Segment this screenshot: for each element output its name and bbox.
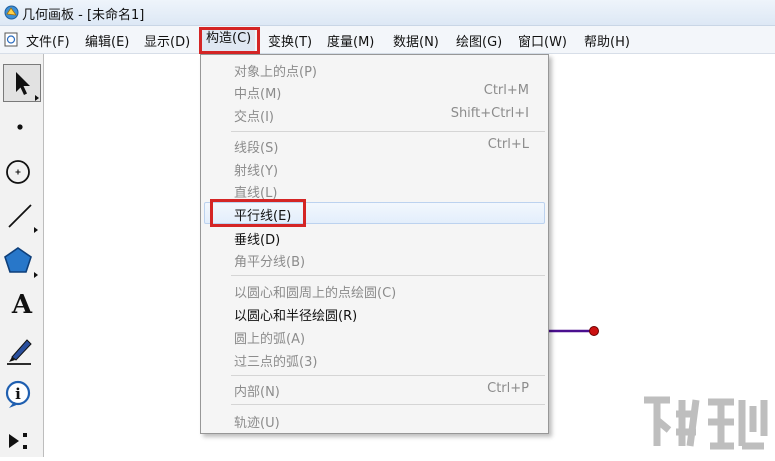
menu-measure[interactable]: 度量(M): [327, 31, 374, 50]
marker-tool[interactable]: [3, 331, 41, 369]
menu-help[interactable]: 帮助(H): [584, 31, 630, 50]
information-tool[interactable]: i: [3, 376, 41, 414]
menu-window[interactable]: 窗口(W): [518, 31, 567, 50]
point-icon: [17, 124, 23, 130]
highlight-box-parallel-line: [210, 199, 306, 227]
menu-separator: [231, 275, 545, 276]
toolbox: A i: [0, 54, 44, 457]
menu-display[interactable]: 显示(D): [144, 31, 190, 50]
menu-item-midpoint[interactable]: 中点(M): [234, 83, 281, 102]
compass-tool[interactable]: [3, 153, 41, 191]
selection-arrow-tool[interactable]: [3, 64, 41, 102]
point-tool[interactable]: [3, 108, 41, 146]
circle-icon: [6, 160, 30, 184]
menu-item-arc-on-circle[interactable]: 圆上的弧(A): [234, 328, 305, 347]
polygon-tool[interactable]: [3, 242, 41, 280]
menu-item-ray[interactable]: 射线(Y): [234, 160, 278, 179]
menu-item-locus[interactable]: 轨迹(U): [234, 412, 280, 431]
title-bar: 几何画板 - [未命名1]: [0, 0, 775, 26]
menu-bar: 文件(F) 编辑(E) 显示(D) 构造(C) 变换(T) 度量(M) 数据(N…: [0, 26, 775, 54]
menu-file[interactable]: 文件(F): [26, 31, 70, 50]
text-icon: A: [11, 290, 33, 320]
shortcut-intersection: Shift+Ctrl+I: [450, 106, 529, 121]
menu-data[interactable]: 数据(N): [393, 31, 439, 50]
menu-item-arc-through-3-points[interactable]: 过三点的弧(3): [234, 351, 317, 370]
arrow-icon: [16, 72, 39, 101]
menu-separator: [231, 131, 545, 132]
menu-item-circle-by-center-radius[interactable]: 以圆心和半径绘圆(R): [234, 305, 357, 324]
watermark-logo: [644, 396, 768, 450]
menu-edit[interactable]: 编辑(E): [85, 31, 129, 50]
menu-item-interior[interactable]: 内部(N): [234, 381, 280, 400]
straightedge-tool[interactable]: [3, 197, 41, 235]
menu-transform[interactable]: 变换(T): [268, 31, 312, 50]
menu-item-circle-by-center-point[interactable]: 以圆心和圆周上的点绘圆(C): [234, 282, 396, 301]
custom-tool-icon: [9, 433, 27, 449]
window-title: 几何画板 - [未命名1]: [22, 8, 145, 23]
text-tool[interactable]: A: [3, 286, 41, 324]
document-icon[interactable]: [4, 32, 18, 47]
menu-graph[interactable]: 绘图(G): [456, 31, 502, 50]
construct-menu-dropdown: 对象上的点(P) 中点(M) Ctrl+M 交点(I) Shift+Ctrl+I…: [200, 54, 549, 434]
menu-item-angle-bisector[interactable]: 角平分线(B): [234, 251, 305, 270]
menu-separator: [231, 404, 545, 405]
svg-text:i: i: [15, 385, 21, 403]
shortcut-midpoint: Ctrl+M: [483, 83, 529, 98]
menu-item-intersection[interactable]: 交点(I): [234, 106, 274, 125]
menu-separator: [231, 375, 545, 376]
shortcut-interior: Ctrl+P: [487, 381, 529, 396]
menu-item-point-on-object[interactable]: 对象上的点(P): [234, 61, 317, 80]
segment-endpoint[interactable]: [589, 326, 599, 336]
pen-icon: [7, 339, 32, 365]
app-icon: [4, 5, 19, 20]
info-icon: i: [5, 380, 31, 408]
menu-item-segment[interactable]: 线段(S): [234, 137, 278, 156]
segment-icon: [8, 204, 38, 233]
highlight-box-construct-menu: [199, 27, 260, 54]
shortcut-segment: Ctrl+L: [487, 137, 529, 152]
menu-item-perpendicular-line[interactable]: 垂线(D): [234, 229, 280, 248]
pentagon-icon: [4, 247, 38, 278]
custom-tool[interactable]: [3, 420, 41, 458]
